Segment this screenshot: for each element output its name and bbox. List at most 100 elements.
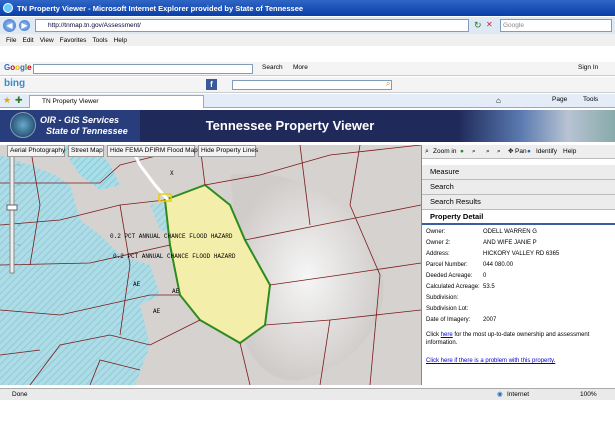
zoom-slider-thumb[interactable]	[6, 204, 18, 211]
ae-label-1: AE	[133, 281, 141, 288]
stop-icon[interactable]: ✕	[486, 20, 493, 29]
zoom-out-icon[interactable]: ⌕	[472, 145, 476, 158]
detail-row: Owner 2: AND WIFE JANIE P	[426, 238, 606, 249]
zoom-level[interactable]: 100%	[580, 389, 597, 400]
detail-key: Calculated Acreage:	[426, 284, 480, 290]
org-banner: OIR - GIS Services State of Tennessee	[0, 110, 140, 142]
help-tool[interactable]: Help	[563, 145, 576, 158]
menu-file[interactable]: File	[6, 37, 16, 44]
window-title: TN Property Viewer - Microsoft Internet …	[17, 3, 304, 13]
detail-value: AND WIFE JANIE P	[483, 240, 537, 246]
org-line1: OIR - GIS Services	[40, 115, 120, 125]
zoom-in-icon[interactable]: ⌕	[425, 145, 429, 158]
zoom-extent-icon[interactable]: ●	[460, 145, 464, 158]
menu-view[interactable]: View	[40, 37, 54, 44]
bing-toolbar: bing ⌕ f	[0, 77, 615, 93]
tab-title: TN Property Viewer	[42, 98, 99, 105]
ownership-note: Click here for the most up-to-date owner…	[426, 331, 604, 347]
tools-menu[interactable]: Tools	[583, 96, 598, 103]
google-logo-icon: Google	[4, 63, 32, 72]
zoom-next-icon[interactable]: ⌕	[497, 145, 501, 158]
hide-flood-map-button[interactable]: Hide FEMA DFIRM Flood Map	[107, 145, 198, 157]
detail-row: Subdivision Lot:	[426, 304, 606, 315]
bing-logo-icon: bing	[4, 78, 26, 89]
google-more-button[interactable]: More	[293, 64, 308, 71]
menu-favorites[interactable]: Favorites	[60, 37, 87, 44]
detail-key: Subdivision Lot:	[426, 306, 469, 312]
refresh-icon[interactable]: ↻	[474, 20, 482, 31]
ie-icon	[3, 3, 13, 13]
facebook-icon[interactable]: f	[206, 79, 217, 90]
tab-row: ★ ✚ TN Property Viewer ⌂ Page Tools	[0, 94, 615, 108]
search-results-section[interactable]: Search Results	[422, 195, 615, 210]
browser-tab[interactable]: TN Property Viewer	[29, 95, 204, 108]
menu-edit[interactable]: Edit	[22, 37, 33, 44]
page-header: OIR - GIS Services State of Tennessee Te…	[0, 110, 615, 142]
search-section[interactable]: Search	[422, 180, 615, 195]
address-bar[interactable]: http://tnmap.tn.gov/Assessment/	[35, 19, 469, 32]
google-search-button[interactable]: Search	[262, 64, 283, 71]
google-search-field[interactable]	[33, 64, 253, 74]
detail-key: Parcel Number:	[426, 262, 468, 268]
forward-icon[interactable]: ▶	[19, 20, 30, 31]
detail-row: Address: HICKORY VALLEY RD 6365	[426, 249, 606, 260]
ownership-link[interactable]: here	[441, 332, 453, 338]
identify-icon[interactable]: ●	[527, 145, 531, 158]
detail-key: Owner 2:	[426, 240, 451, 246]
zone-text: Internet	[507, 391, 530, 398]
detail-key: Date of Imagery:	[426, 317, 471, 323]
ae-label-2: AE	[172, 288, 180, 295]
identify-tool[interactable]: Identify	[536, 145, 557, 158]
home-icon[interactable]: ⌂	[496, 96, 501, 105]
detail-row: Calculated Acreage: 53.5	[426, 282, 606, 293]
detail-value: 53.5	[483, 284, 495, 290]
measure-section[interactable]: Measure	[422, 165, 615, 180]
pan-icon[interactable]: ✥	[508, 145, 513, 158]
detail-key: Address:	[426, 251, 450, 257]
detail-value: 044 080.00	[483, 262, 514, 268]
zoom-slider-track[interactable]	[9, 152, 15, 274]
hide-property-lines-button[interactable]: Hide Property Lines	[198, 145, 258, 157]
zoom-prev-icon[interactable]: ⌕	[486, 145, 490, 158]
detail-key: Owner:	[426, 229, 446, 235]
add-favorite-icon[interactable]: ✚	[15, 95, 23, 106]
search-box[interactable]: Google	[500, 19, 612, 32]
menu-help[interactable]: Help	[114, 37, 127, 44]
menu-tools[interactable]: Tools	[92, 37, 107, 44]
detail-row: Parcel Number: 044 080.00	[426, 260, 606, 271]
detail-value: ODELL WARREN G	[483, 229, 537, 235]
zoom-in-tool[interactable]: Zoom in	[433, 145, 456, 158]
page-title: Tennessee Property Viewer	[205, 118, 375, 133]
detail-key: Deeded Acreage:	[426, 273, 473, 279]
sidebar-panel: ⌕ Zoom in ● ⌕ ⌕ ⌕ ✥ Pan ● Identify Help …	[421, 145, 615, 385]
menu-bar: File Edit View Favorites Tools Help	[0, 34, 615, 46]
status-bar: Done ◉ Internet 100%	[0, 388, 615, 400]
google-toolbar: Google Search More Sign In	[0, 62, 615, 76]
detail-value: 0	[483, 273, 487, 279]
map-view[interactable]: X 0.2 PCT ANNUAL CHANCE FLOOD HAZARD 0.2…	[0, 145, 421, 385]
note-click: Click	[426, 332, 439, 338]
ae-label-3: AE	[153, 308, 161, 315]
detail-row: Subdivision:	[426, 293, 606, 304]
favorites-star-icon[interactable]: ★	[3, 95, 11, 106]
ie-window: TN Property Viewer - Microsoft Internet …	[0, 0, 615, 424]
map-canvas[interactable]: X 0.2 PCT ANNUAL CHANCE FLOOD HAZARD 0.2…	[0, 145, 421, 385]
page-menu[interactable]: Page	[552, 96, 567, 103]
pan-tool[interactable]: Pan	[515, 145, 527, 158]
street-map-button[interactable]: Street Map	[68, 145, 104, 157]
property-detail-section[interactable]: Property Detail	[422, 210, 615, 225]
aerial-photography-button[interactable]: Aerial Photography	[7, 145, 65, 157]
header-banner-image	[458, 110, 615, 142]
address-text: http://tnmap.tn.gov/Assessment/	[48, 22, 141, 29]
detail-row: Deeded Acreage: 0	[426, 271, 606, 282]
state-seal-logo	[10, 112, 36, 138]
detail-key: Subdivision:	[426, 295, 459, 301]
back-icon[interactable]: ◀	[3, 19, 16, 32]
search-box-placeholder: Google	[503, 22, 524, 29]
bing-search-field[interactable]	[232, 80, 392, 90]
report-problem-link[interactable]: Click here if there is a problem with th…	[426, 357, 604, 365]
map-tools: ⌕ Zoom in ● ⌕ ⌕ ⌕ ✥ Pan ● Identify Help	[422, 145, 615, 159]
bing-search-icon[interactable]: ⌕	[386, 79, 390, 89]
window-title-bar: TN Property Viewer - Microsoft Internet …	[0, 0, 615, 16]
google-signin-button[interactable]: Sign In	[578, 64, 598, 71]
